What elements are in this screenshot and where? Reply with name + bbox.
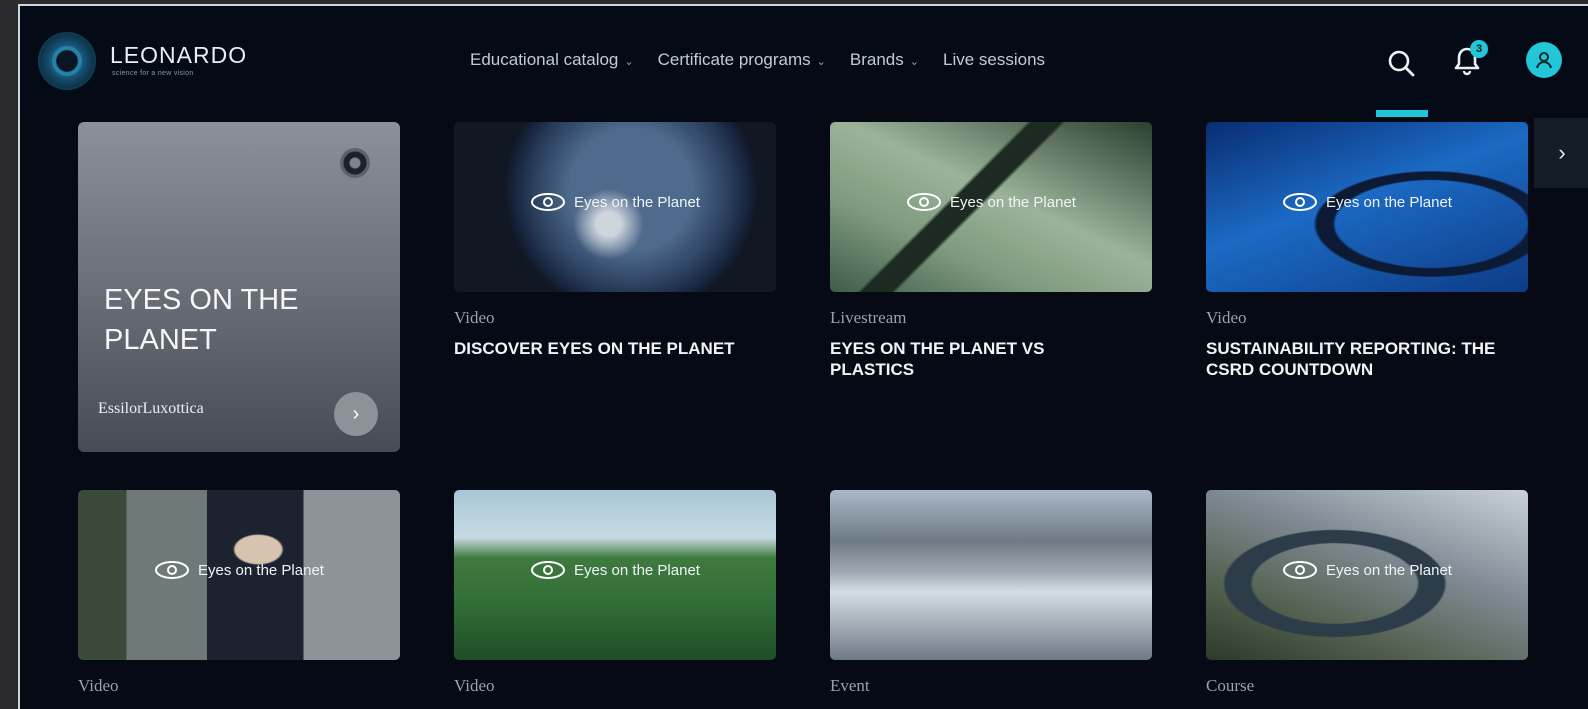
chevron-down-icon: ⌄ [909,55,919,68]
notification-bell-icon[interactable]: 3 [1452,40,1488,78]
thumbnail-overlay: Eyes on the Planet [454,560,776,580]
eye-icon [1283,193,1318,211]
nav-label: Educational catalog [470,50,619,69]
content-card[interactable]: Eyes on the Planet Livestream EYES ON TH… [830,122,1152,380]
top-header: LEONARDO science for a new vision Educat… [20,6,1588,117]
card-type: Video [454,308,495,327]
active-tab-indicator [1376,110,1428,117]
card-thumbnail: Eyes on the Planet [1206,122,1528,292]
chevron-down-icon: ⌄ [816,55,826,68]
user-avatar-icon[interactable] [1526,42,1562,78]
collection-logo-icon [340,148,370,178]
overlay-label: Eyes on the Planet [950,193,1076,211]
notification-count-badge: 3 [1470,40,1488,58]
card-thumbnail: Eyes on the Planet [454,122,776,292]
content-card[interactable]: Eyes on the Planet Video SUSTAINABILITY … [1206,122,1528,380]
card-type: Course [1206,676,1255,695]
overlay-label: Eyes on the Planet [574,193,700,211]
nav-brands[interactable]: Brands ⌄ [850,50,919,70]
card-type: Video [78,676,119,695]
nav-certificate-programs[interactable]: Certificate programs ⌄ [658,50,826,70]
overlay-label: Eyes on the Planet [574,561,700,579]
card-thumbnail: Eyes on the Planet [454,490,776,660]
card-title: DISCOVER EYES ON THE PLANET [454,339,735,358]
eye-icon [531,193,566,211]
overlay-label: Eyes on the Planet [198,561,324,579]
card-thumbnail: Eyes on the Planet [1206,490,1528,660]
nav-live-sessions[interactable]: Live sessions [943,50,1045,70]
app-window: LEONARDO science for a new vision Educat… [18,4,1588,709]
search-icon[interactable] [1386,48,1416,78]
featured-collection-card[interactable]: EYES ON THE PLANET EssilorLuxottica › [78,122,400,452]
thumbnail-overlay: Eyes on the Planet [78,560,400,580]
thumbnail-overlay: Eyes on the Planet [1206,192,1528,212]
thumbnail-overlay: Eyes on the Planet [1206,560,1528,580]
chevron-right-icon: › [1558,140,1566,165]
eye-icon [531,561,566,579]
brand-tagline: science for a new vision [112,70,194,77]
chevron-right-icon[interactable]: › [334,392,378,436]
featured-brand: EssilorLuxottica [98,400,204,417]
thumbnail-overlay: Eyes on the Planet [454,192,776,212]
card-type: Video [1206,308,1247,327]
main-nav: Educational catalog ⌄ Certificate progra… [470,50,1045,70]
carousel-next-button[interactable]: › [1534,118,1588,188]
card-title: SUSTAINABILITY REPORTING: THE CSRD COUNT… [1206,339,1496,379]
content-card[interactable]: Eyes on the Planet Video DISCOVER EYES O… [454,122,776,359]
eye-icon [155,561,190,579]
nav-label: Certificate programs [657,50,811,69]
card-thumbnail: Eyes on the Planet [78,490,400,660]
content-card[interactable]: Eyes on the Planet Course [1206,490,1528,696]
card-title: EYES ON THE PLANET VS PLASTICS [830,339,1045,379]
nav-label: Live sessions [942,50,1046,69]
overlay-label: Eyes on the Planet [1326,561,1452,579]
nav-label: Brands [849,50,904,69]
content-card[interactable]: Eyes on the Planet Video [78,490,400,696]
leonardo-logo-icon[interactable] [38,32,96,90]
eye-icon [907,193,942,211]
content-card[interactable]: Eyes on the Planet Video [454,490,776,696]
featured-title: EYES ON THE PLANET [104,284,299,356]
thumbnail-overlay: Eyes on the Planet [830,192,1152,212]
eye-icon [1283,561,1318,579]
content-card[interactable]: Event [830,490,1152,696]
nav-educational-catalog[interactable]: Educational catalog ⌄ [470,50,634,70]
card-type: Video [454,676,495,695]
brand-name[interactable]: LEONARDO [110,42,247,69]
card-type: Livestream [830,308,907,327]
card-thumbnail [830,490,1152,660]
card-type: Event [830,676,870,695]
overlay-label: Eyes on the Planet [1326,193,1452,211]
card-thumbnail: Eyes on the Planet [830,122,1152,292]
chevron-down-icon: ⌄ [624,55,634,68]
